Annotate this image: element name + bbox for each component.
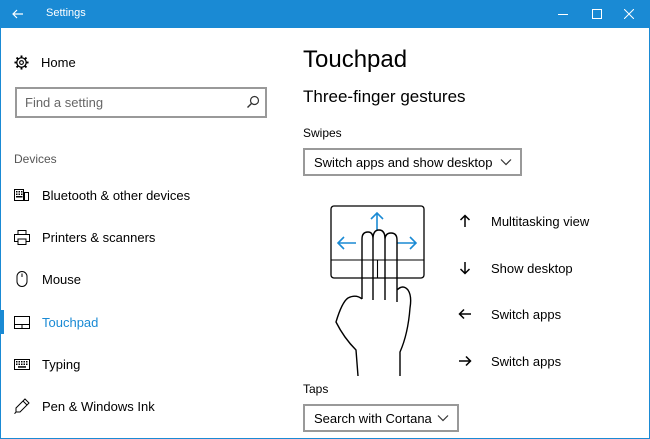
sidebar-item-touchpad[interactable]: Touchpad bbox=[14, 311, 264, 333]
gesture-row-up: Multitasking view bbox=[458, 211, 589, 231]
gesture-label: Multitasking view bbox=[491, 213, 590, 229]
swipes-dropdown-value: Switch apps and show desktop bbox=[314, 154, 493, 170]
arrow-up-icon bbox=[458, 214, 472, 228]
nav-home-label: Home bbox=[41, 54, 76, 70]
sidebar-item-label: Typing bbox=[42, 356, 81, 372]
printer-icon bbox=[14, 229, 30, 245]
arrow-left-icon bbox=[458, 307, 472, 321]
gesture-row-right: Switch apps bbox=[458, 351, 561, 371]
sidebar-item-label: Mouse bbox=[42, 271, 82, 287]
sidebar-item-bluetooth[interactable]: Bluetooth & other devices bbox=[14, 184, 264, 206]
taps-label: Taps bbox=[303, 382, 329, 396]
three-finger-gesture-illustration bbox=[330, 205, 425, 377]
close-icon bbox=[624, 9, 634, 19]
section-header-devices: Devices bbox=[14, 152, 57, 166]
back-button[interactable] bbox=[0, 0, 36, 28]
minimize-icon bbox=[558, 14, 568, 15]
swipes-dropdown[interactable]: Switch apps and show desktop bbox=[303, 148, 522, 176]
taps-dropdown-value: Search with Cortana bbox=[314, 410, 432, 426]
minimize-button[interactable] bbox=[546, 0, 580, 28]
search-icon[interactable] bbox=[246, 95, 260, 109]
sidebar-item-label: Bluetooth & other devices bbox=[42, 187, 191, 203]
chevron-down-icon bbox=[437, 415, 449, 422]
window-title: Settings bbox=[46, 7, 86, 19]
back-arrow-icon bbox=[12, 9, 23, 19]
maximize-icon bbox=[592, 9, 602, 19]
gesture-row-down: Show desktop bbox=[458, 258, 573, 278]
close-button[interactable] bbox=[612, 0, 646, 28]
gesture-row-left: Switch apps bbox=[458, 304, 561, 324]
bluetooth-devices-icon bbox=[14, 187, 30, 203]
gear-icon bbox=[14, 54, 29, 70]
active-indicator bbox=[0, 310, 4, 334]
sidebar-item-label: Touchpad bbox=[42, 314, 99, 330]
sidebar-item-printers[interactable]: Printers & scanners bbox=[14, 226, 264, 248]
gesture-label: Switch apps bbox=[491, 306, 562, 322]
maximize-button[interactable] bbox=[580, 0, 614, 28]
sidebar-item-pen[interactable]: Pen & Windows Ink bbox=[14, 395, 264, 417]
mouse-icon bbox=[14, 271, 30, 287]
sidebar-item-label: Pen & Windows Ink bbox=[42, 398, 155, 414]
gesture-label: Show desktop bbox=[491, 260, 573, 276]
search-box[interactable] bbox=[15, 87, 267, 118]
sidebar-item-label: Printers & scanners bbox=[42, 229, 156, 245]
swipes-label: Swipes bbox=[303, 126, 342, 140]
chevron-down-icon bbox=[500, 159, 512, 166]
sidebar-item-mouse[interactable]: Mouse bbox=[14, 268, 264, 290]
taps-dropdown[interactable]: Search with Cortana bbox=[303, 404, 459, 432]
touchpad-icon bbox=[14, 314, 30, 330]
arrow-right-icon bbox=[458, 354, 472, 368]
nav-home[interactable]: Home bbox=[14, 52, 76, 72]
title-bar: Settings bbox=[0, 0, 650, 28]
pen-icon bbox=[14, 398, 30, 414]
section-subtitle: Three-finger gestures bbox=[303, 87, 466, 106]
page-title: Touchpad bbox=[303, 46, 408, 73]
arrow-down-icon bbox=[458, 261, 472, 275]
sidebar-item-typing[interactable]: Typing bbox=[14, 353, 264, 375]
search-input[interactable] bbox=[17, 89, 227, 116]
gesture-label: Switch apps bbox=[491, 353, 562, 369]
keyboard-icon bbox=[14, 356, 30, 372]
